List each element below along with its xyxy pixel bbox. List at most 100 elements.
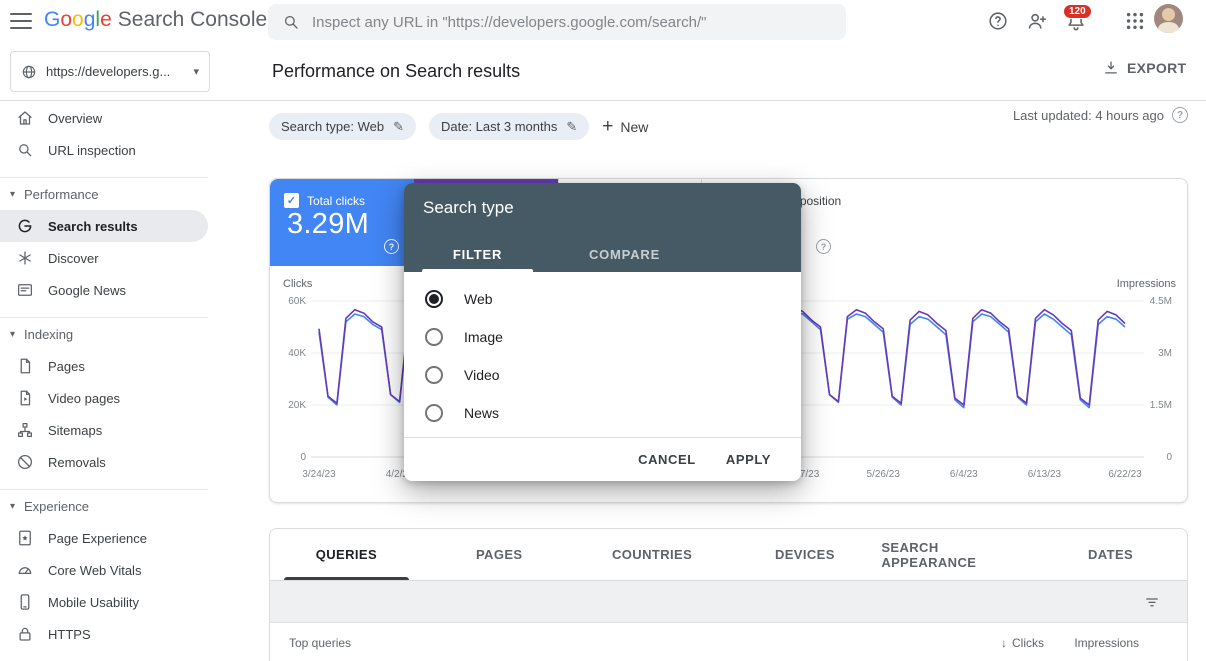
radio-icon[interactable] bbox=[425, 290, 443, 308]
dialog-tab-filter[interactable]: FILTER bbox=[404, 236, 551, 272]
sidebar-item-sitemaps[interactable]: Sitemaps bbox=[0, 414, 208, 446]
sidebar-item-https[interactable]: HTTPS bbox=[0, 618, 208, 650]
filter-chip-row: Search type: Web ✎ Date: Last 3 months ✎… bbox=[269, 113, 648, 140]
export-button[interactable]: EXPORT bbox=[1102, 59, 1186, 77]
help-circle-icon[interactable]: ? bbox=[816, 239, 831, 254]
new-filter-label: New bbox=[620, 119, 648, 135]
manage-users-button[interactable] bbox=[1024, 8, 1050, 34]
sidebar-item-mobile-usability[interactable]: Mobile Usability bbox=[0, 586, 208, 618]
sidebar-item-discover[interactable]: Discover bbox=[0, 242, 208, 274]
sidebar-section-performance[interactable]: ▾ Performance bbox=[0, 178, 208, 210]
table-header-row: Top queries ↓Clicks Impressions bbox=[270, 622, 1187, 661]
filter-list-icon[interactable] bbox=[1143, 593, 1161, 611]
tab-queries[interactable]: QUERIES bbox=[270, 529, 423, 580]
dialog-tab-compare[interactable]: COMPARE bbox=[551, 236, 698, 272]
tab-countries[interactable]: COUNTRIES bbox=[576, 529, 729, 580]
help-button[interactable] bbox=[985, 8, 1011, 34]
sort-down-arrow-icon: ↓ bbox=[1001, 636, 1007, 650]
add-user-icon bbox=[1026, 10, 1048, 32]
sidebar-section-indexing[interactable]: ▾ Indexing bbox=[0, 318, 208, 350]
help-circle-icon[interactable]: ? bbox=[384, 239, 399, 254]
logo-product-name: Search Console bbox=[118, 8, 267, 32]
svg-text:4.5M: 4.5M bbox=[1150, 296, 1172, 307]
help-circle-icon[interactable]: ? bbox=[1172, 107, 1188, 123]
new-filter-button[interactable]: + New bbox=[602, 117, 648, 136]
radio-option-news[interactable]: News bbox=[404, 394, 801, 432]
search-icon bbox=[282, 13, 300, 31]
account-avatar[interactable] bbox=[1154, 4, 1183, 33]
checked-checkbox-icon[interactable]: ✓ bbox=[284, 193, 299, 208]
sidebar-item-label: Video pages bbox=[48, 391, 120, 406]
search-input[interactable] bbox=[312, 14, 832, 31]
dialog-title: Search type bbox=[423, 198, 514, 218]
lock-icon bbox=[16, 625, 34, 643]
logo-letter: g bbox=[84, 8, 96, 32]
search-type-chip[interactable]: Search type: Web ✎ bbox=[269, 113, 416, 140]
date-range-chip[interactable]: Date: Last 3 months ✎ bbox=[429, 113, 589, 140]
newspaper-icon bbox=[16, 281, 34, 299]
sidebar-section-label: Indexing bbox=[24, 327, 73, 342]
export-label: EXPORT bbox=[1127, 60, 1186, 76]
metric-value: 3.29M bbox=[287, 208, 369, 241]
sidebar-item-label: HTTPS bbox=[48, 627, 91, 642]
cancel-button[interactable]: CANCEL bbox=[638, 452, 696, 467]
radio-option-image[interactable]: Image bbox=[404, 318, 801, 356]
dialog-header: Search type FILTER COMPARE bbox=[404, 183, 801, 272]
chevron-down-icon: ▾ bbox=[193, 65, 199, 78]
sidebar-item-google-news[interactable]: Google News bbox=[0, 274, 208, 306]
notifications-count-badge: 120 bbox=[1063, 4, 1092, 19]
sidebar-item-label: Page Experience bbox=[48, 531, 147, 546]
sidebar-item-overview[interactable]: Overview bbox=[0, 102, 208, 134]
google-apps-button[interactable] bbox=[1122, 8, 1148, 34]
svg-text:0: 0 bbox=[300, 452, 306, 463]
tab-search-appearance[interactable]: SEARCH APPEARANCE bbox=[881, 529, 1034, 580]
sidebar-section-experience[interactable]: ▾ Experience bbox=[0, 490, 208, 522]
svg-text:20K: 20K bbox=[288, 400, 306, 411]
sidebar-item-core-web-vitals[interactable]: Core Web Vitals bbox=[0, 554, 208, 586]
apply-button[interactable]: APPLY bbox=[726, 452, 771, 467]
radio-label: Web bbox=[464, 291, 493, 307]
svg-text:Clicks: Clicks bbox=[283, 278, 313, 290]
dialog-body: Web Image Video News bbox=[404, 280, 801, 432]
url-inspect-search-bar[interactable] bbox=[268, 4, 846, 40]
discover-sparkle-icon bbox=[16, 249, 34, 267]
collapse-triangle-icon: ▾ bbox=[10, 189, 24, 200]
sidebar-item-label: URL inspection bbox=[48, 143, 136, 158]
sidebar-item-removals[interactable]: Removals bbox=[0, 446, 208, 478]
sidebar-item-video-pages[interactable]: Video pages bbox=[0, 382, 208, 414]
sidebar-item-url-inspection[interactable]: URL inspection bbox=[0, 134, 208, 166]
property-selector[interactable]: https://developers.g... ▾ bbox=[10, 51, 210, 92]
radio-label: Video bbox=[464, 367, 500, 383]
collapse-triangle-icon: ▾ bbox=[10, 329, 24, 340]
sidebar-item-label: Sitemaps bbox=[48, 423, 102, 438]
plus-icon: + bbox=[602, 117, 613, 136]
svg-text:3/24/23: 3/24/23 bbox=[302, 469, 336, 480]
radio-icon[interactable] bbox=[425, 404, 443, 422]
radio-icon[interactable] bbox=[425, 328, 443, 346]
google-search-console-logo[interactable]: Google Search Console bbox=[44, 8, 267, 32]
sidebar-item-label: Overview bbox=[48, 111, 102, 126]
svg-text:6/13/23: 6/13/23 bbox=[1028, 469, 1062, 480]
tab-pages[interactable]: PAGES bbox=[423, 529, 576, 580]
dialog-tabs: FILTER COMPARE bbox=[404, 236, 698, 272]
radio-option-web[interactable]: Web bbox=[404, 280, 801, 318]
tab-dates[interactable]: DATES bbox=[1034, 529, 1187, 580]
svg-text:40K: 40K bbox=[288, 348, 306, 359]
app-bar: Google Search Console 120 bbox=[0, 0, 1206, 44]
sidebar-item-page-experience[interactable]: Page Experience bbox=[0, 522, 208, 554]
metric-card-total-clicks[interactable]: ✓ Total clicks 3.29M ? bbox=[270, 179, 414, 266]
collapse-triangle-icon: ▾ bbox=[10, 501, 24, 512]
sidebar-item-search-results[interactable]: Search results bbox=[0, 210, 208, 242]
radio-icon[interactable] bbox=[425, 366, 443, 384]
sidebar-item-pages[interactable]: Pages bbox=[0, 350, 208, 382]
radio-option-video[interactable]: Video bbox=[404, 356, 801, 394]
column-impressions[interactable]: Impressions bbox=[1074, 636, 1139, 650]
sidebar-item-label: Search results bbox=[48, 219, 138, 234]
sidebar-item-label: Google News bbox=[48, 283, 126, 298]
tab-devices[interactable]: DEVICES bbox=[728, 529, 881, 580]
sidebar-item-label: Removals bbox=[48, 455, 106, 470]
column-clicks-sorted[interactable]: ↓Clicks bbox=[1001, 636, 1044, 650]
hamburger-menu-icon[interactable] bbox=[10, 13, 32, 29]
google-g-icon bbox=[16, 217, 34, 235]
sidebar-item-label: Core Web Vitals bbox=[48, 563, 141, 578]
